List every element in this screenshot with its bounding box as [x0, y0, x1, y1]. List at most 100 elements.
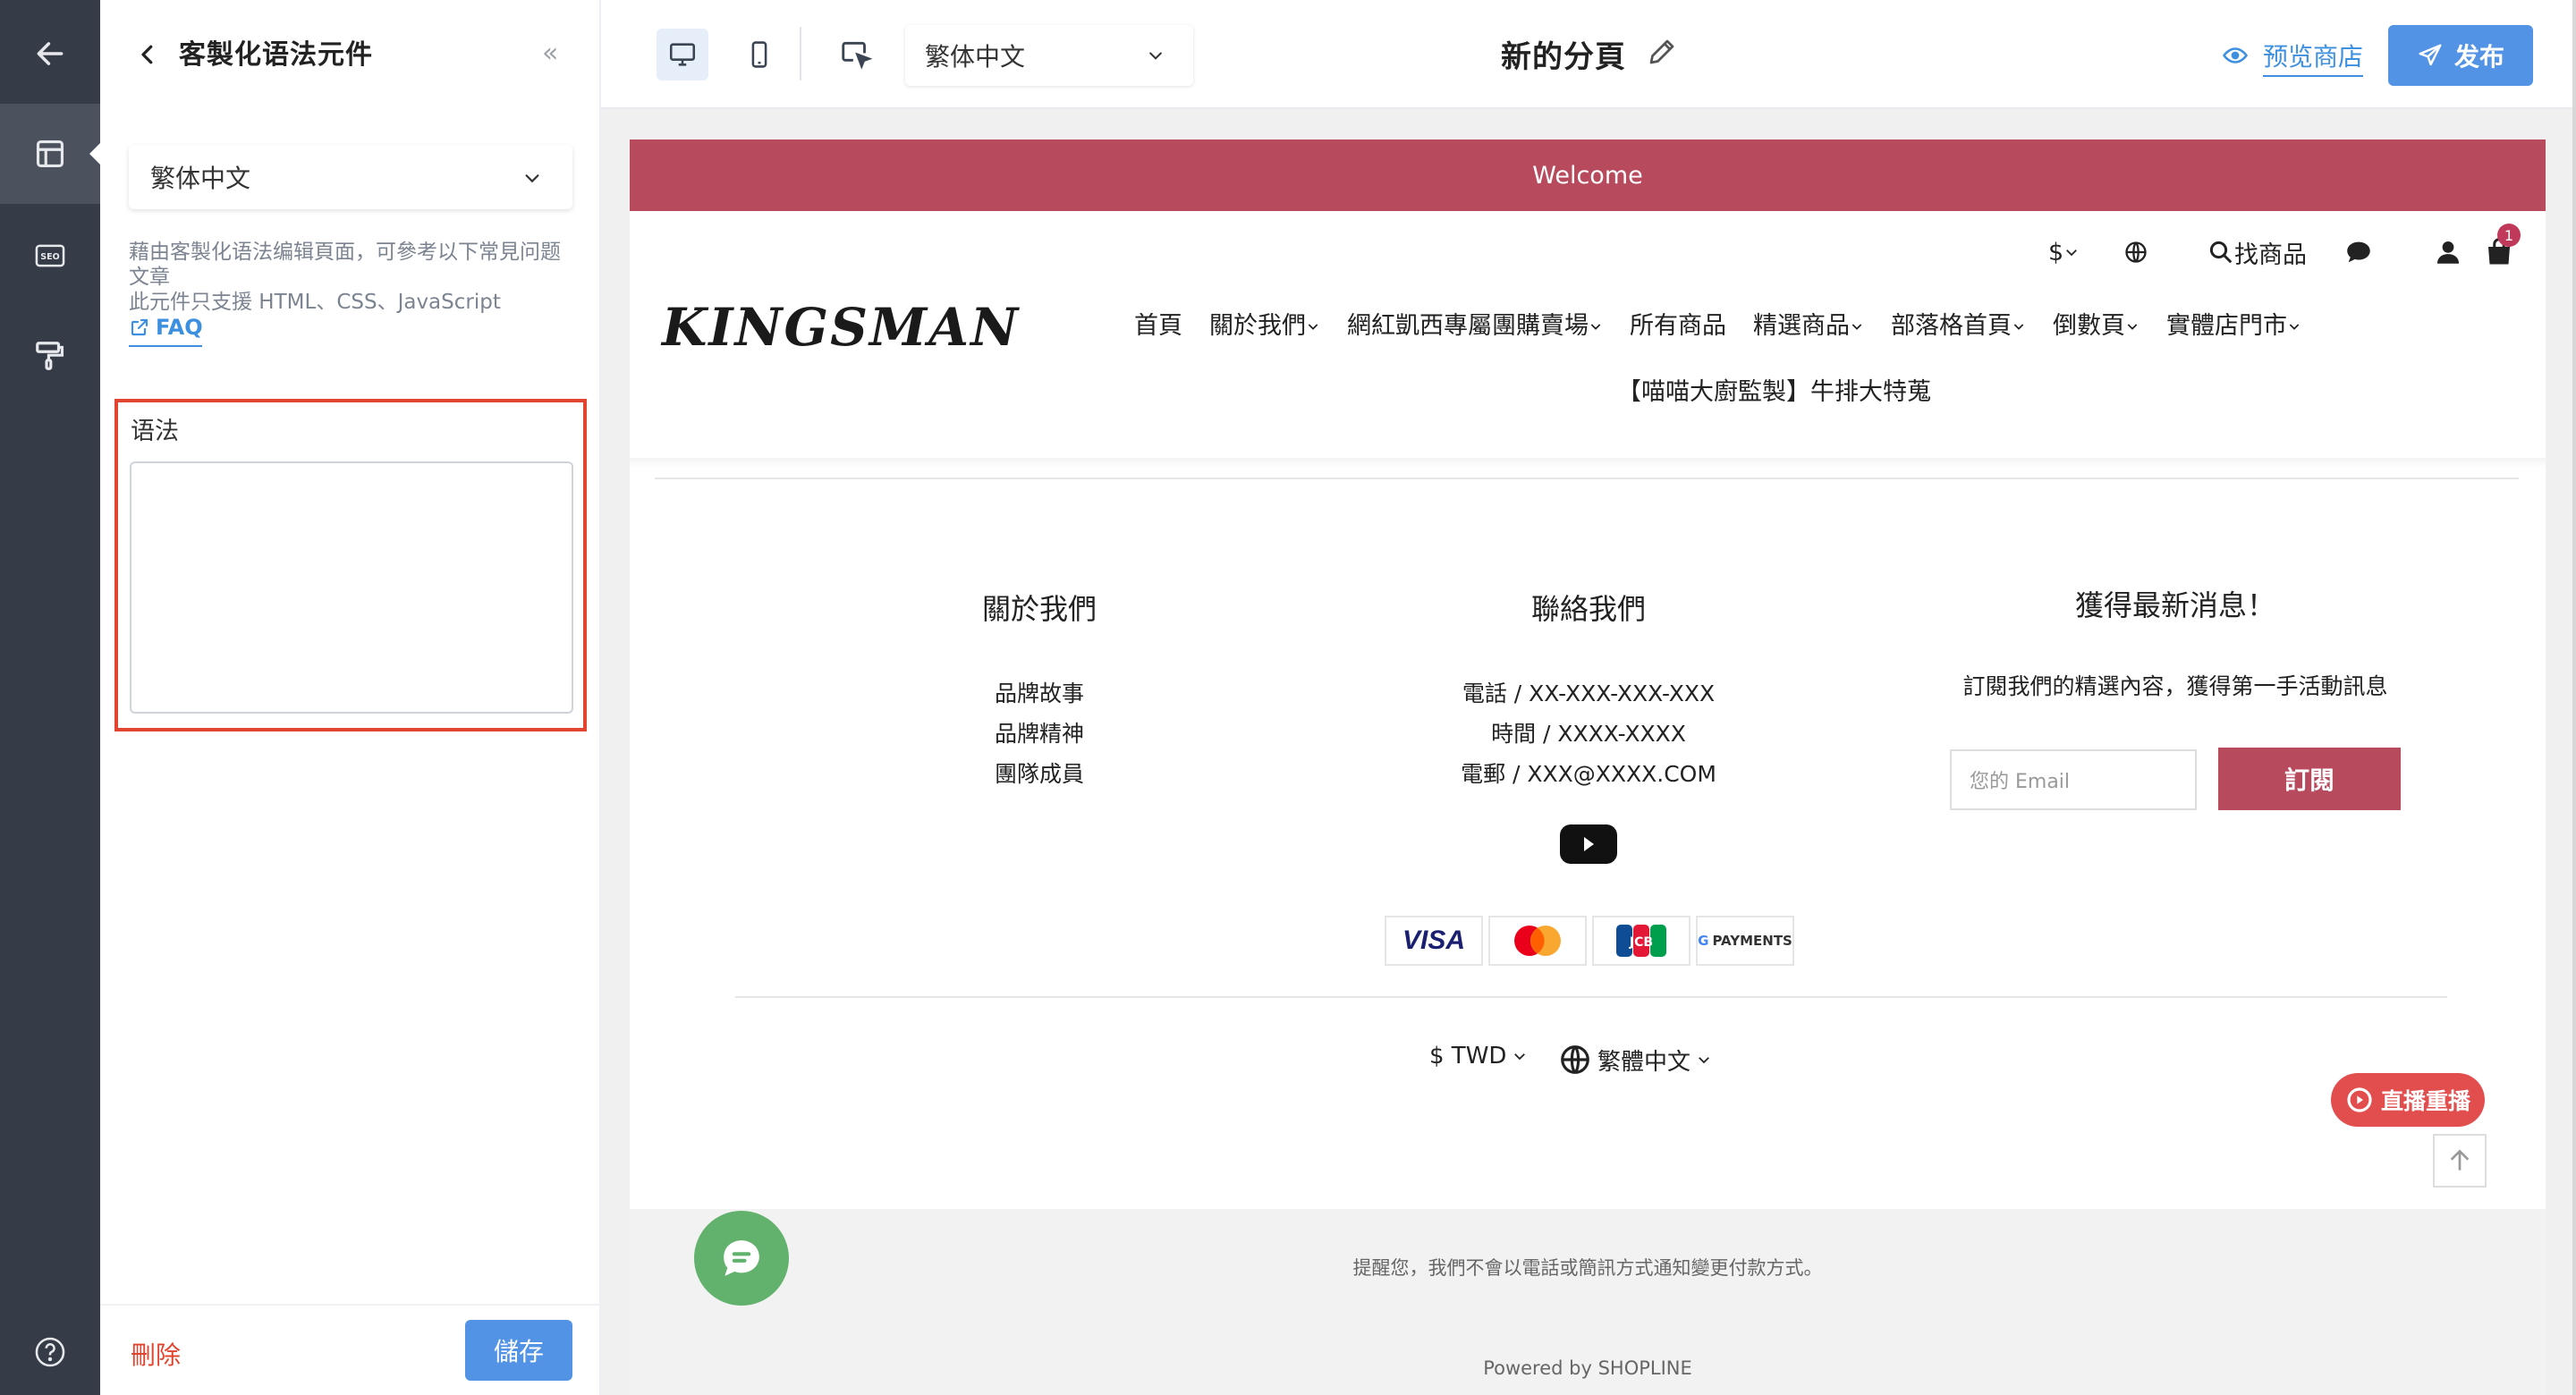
footer-about-link[interactable]: 品牌故事	[941, 676, 1138, 708]
editor-window: SEO 客製化语法元件 « 繁体中文 藉由客製化语法编辑頁面，可參考以下常見问题…	[0, 0, 2576, 1395]
chevron-down-icon	[1590, 324, 1601, 330]
language-globe-button[interactable]	[2123, 225, 2148, 279]
nav-label: 所有商品	[1630, 312, 1726, 340]
nav-label: 關於我們	[1209, 312, 1306, 340]
syntax-textarea[interactable]	[130, 461, 573, 714]
welcome-banner: Welcome	[630, 140, 2546, 211]
svg-text:SEO: SEO	[40, 252, 59, 262]
nav-label: 部落格首頁	[1891, 312, 2012, 340]
publish-label: 发布	[2453, 42, 2504, 72]
message-button[interactable]	[2343, 225, 2374, 279]
toolbar-separator	[800, 27, 801, 80]
save-button[interactable]: 儲存	[465, 1320, 572, 1381]
nav-item-all-products[interactable]: 所有商品	[1630, 306, 1726, 341]
search-icon	[2209, 241, 2233, 264]
footer-language-select[interactable]: 繁體中文	[1558, 1043, 1712, 1077]
nav-item-blog[interactable]: 部落格首頁	[1891, 306, 2026, 341]
payment-visa-logo: VISA	[1385, 916, 1483, 966]
payment-jcb-logo: JCB	[1592, 916, 1690, 966]
search-label: 找商品	[2234, 241, 2307, 269]
desktop-view-button[interactable]	[657, 29, 708, 80]
nav-item-stores[interactable]: 實體店門市	[2166, 306, 2301, 341]
delete-button[interactable]: 刪除	[131, 1336, 181, 1372]
chevron-down-icon	[1514, 1053, 1526, 1061]
chevron-down-icon	[1149, 52, 1162, 60]
select-element-button[interactable]	[830, 29, 882, 80]
subscribe-button[interactable]: 訂閱	[2218, 748, 2401, 810]
nav-label: 精選商品	[1753, 312, 1850, 340]
account-button[interactable]	[2433, 225, 2463, 279]
layout-icon	[36, 140, 64, 168]
faq-underline	[129, 345, 202, 347]
icon-rail: SEO	[0, 0, 100, 1395]
currency-menu[interactable]: $	[2048, 225, 2080, 279]
chat-fab-button[interactable]	[694, 1211, 789, 1306]
cursor-select-icon	[842, 41, 873, 70]
newsletter-email-input[interactable]: 您的 Email	[1950, 749, 2197, 810]
chevron-down-icon	[1852, 324, 1862, 330]
back-to-top-button[interactable]	[2433, 1134, 2487, 1188]
back-button[interactable]	[0, 4, 100, 104]
help-line-2: 此元件只支援 HTML、CSS、JavaScript	[129, 291, 501, 314]
visa-text: VISA	[1402, 926, 1466, 955]
chat-icon	[724, 1240, 759, 1276]
powered-by[interactable]: Powered by SHOPLINE	[630, 1357, 2546, 1379]
help-circle-icon	[35, 1337, 65, 1367]
youtube-icon[interactable]	[1560, 824, 1617, 864]
rail-help-button[interactable]	[0, 1302, 100, 1395]
live-replay-button[interactable]: 直播重播	[2331, 1073, 2485, 1127]
footer-about-link[interactable]: 團隊成員	[941, 757, 1138, 789]
payment-mastercard-logo	[1488, 916, 1587, 966]
search-button[interactable]: 找商品	[2207, 225, 2307, 279]
chevron-down-icon	[2127, 324, 2138, 330]
footer-language-value: 繁體中文	[1597, 1048, 1691, 1076]
mobile-view-button[interactable]	[733, 29, 785, 80]
publish-button[interactable]: 发布	[2388, 25, 2533, 86]
nav-item-steak-special[interactable]: 【喵喵大廚監製】牛排大特蒐	[1617, 372, 1931, 407]
pencil-icon[interactable]	[1646, 36, 1678, 68]
header-divider	[655, 478, 2519, 479]
footer-currency-select[interactable]: $ TWD	[1429, 1043, 1528, 1070]
store-logo[interactable]: KINGSMAN	[662, 297, 1020, 358]
nav-label: 實體店門市	[2166, 312, 2287, 340]
nav-label: 倒數頁	[2053, 312, 2125, 340]
gpay-glyph: G	[1698, 933, 1709, 949]
cart-count-badge: 1	[2497, 224, 2521, 247]
preview-underline	[2263, 75, 2363, 77]
footer-contact-email: 電郵 / XXX@XXXX.COM	[1461, 761, 1716, 787]
seo-icon: SEO	[35, 244, 65, 267]
mobile-icon	[751, 41, 767, 68]
desktop-icon	[669, 43, 696, 66]
payments-label: PAYMENTS	[1712, 933, 1792, 949]
footer-contact-phone: 電話 / XX-XXX-XXX-XXX	[1462, 681, 1716, 706]
nav-item-about[interactable]: 關於我們	[1209, 306, 1320, 341]
rail-layout-button[interactable]	[0, 104, 100, 204]
arrow-left-icon	[37, 42, 64, 65]
faq-label: FAQ	[156, 315, 203, 340]
rail-seo-button[interactable]: SEO	[0, 206, 100, 306]
panel-language-select[interactable]: 繁体中文	[129, 145, 572, 209]
syntax-field-label: 语法	[131, 418, 179, 445]
collapse-panel-icon[interactable]: «	[542, 38, 558, 69]
nav-item-home[interactable]: 首頁	[1134, 306, 1182, 341]
toolbar-language-select[interactable]: 繁体中文	[905, 25, 1193, 86]
page-name[interactable]: 新的分頁	[1501, 32, 1626, 76]
nav-label: 網紅凱西專屬團購賣場	[1347, 312, 1589, 340]
chevron-left-icon[interactable]	[134, 39, 161, 70]
user-icon	[2436, 241, 2460, 264]
arrow-up-icon	[2450, 1149, 2470, 1171]
nav-item-featured[interactable]: 精選商品	[1753, 306, 1864, 341]
nav-item-groupbuy[interactable]: 網紅凱西專屬團購賣場	[1347, 306, 1603, 341]
play-circle-icon	[2347, 1087, 2372, 1112]
footer-news-title: 獲得最新消息！	[2074, 588, 2275, 622]
chevron-down-icon	[2066, 249, 2078, 257]
rail-theme-button[interactable]	[0, 306, 100, 406]
payment-notice: 提醒您，我們不會以電話或簡訊方式通知變更付款方式。	[1352, 1257, 1823, 1279]
footer-contact-hours: 時間 / XXXX-XXXX	[1491, 721, 1686, 747]
chevron-down-icon	[2289, 324, 2300, 330]
footer-about-link[interactable]: 品牌精神	[941, 716, 1138, 748]
preview-store-link[interactable]: 预览商店	[2222, 38, 2363, 77]
faq-link[interactable]: FAQ	[129, 315, 203, 347]
nav-item-countdown[interactable]: 倒數頁	[2053, 306, 2140, 341]
send-icon	[2419, 44, 2442, 66]
